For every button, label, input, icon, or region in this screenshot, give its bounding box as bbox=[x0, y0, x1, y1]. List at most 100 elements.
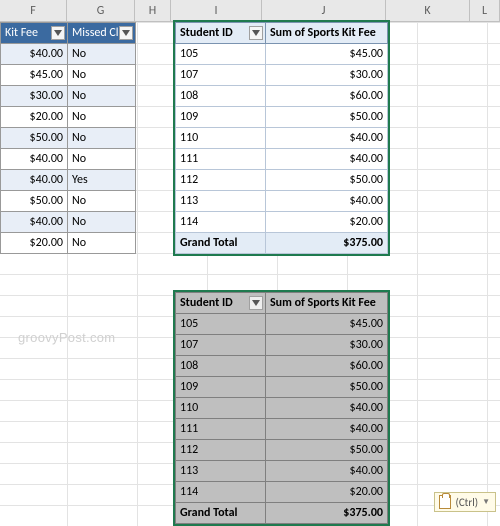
cell-missed[interactable]: No bbox=[68, 191, 136, 212]
cell-sum[interactable]: $50.00 bbox=[266, 440, 388, 461]
table-row[interactable]: $20.00No bbox=[1, 233, 136, 254]
cell-id[interactable]: 107 bbox=[176, 65, 266, 86]
table-row[interactable]: 112$50.00 bbox=[176, 170, 388, 191]
cell-id[interactable]: 105 bbox=[176, 314, 266, 335]
table-row[interactable]: $45.00No bbox=[1, 65, 136, 86]
cell-sum[interactable]: $20.00 bbox=[266, 482, 388, 503]
table-row[interactable]: $40.00No bbox=[1, 149, 136, 170]
col-header-I[interactable]: I bbox=[171, 0, 262, 21]
cell-missed[interactable]: No bbox=[68, 107, 136, 128]
cell-sum[interactable]: $45.00 bbox=[266, 314, 388, 335]
cell-sum[interactable]: $50.00 bbox=[266, 170, 388, 191]
table-row[interactable]: 109$50.00 bbox=[176, 377, 388, 398]
table-row[interactable]: 110$40.00 bbox=[176, 398, 388, 419]
table-row[interactable]: 111$40.00 bbox=[176, 149, 388, 170]
cell-id[interactable]: 110 bbox=[176, 128, 266, 149]
cell-fee[interactable]: $30.00 bbox=[1, 86, 68, 107]
grid-area[interactable]: Kit Fee Missed Cl $40.00No$45.00No$30.00… bbox=[0, 22, 500, 526]
cell-fee[interactable]: $40.00 bbox=[1, 170, 68, 191]
col-header-G[interactable]: G bbox=[67, 0, 135, 21]
col-header-F[interactable]: F bbox=[0, 0, 67, 21]
pivot-table-pasted[interactable]: Student ID Sum of Sports Kit Fee 105$45.… bbox=[175, 292, 388, 524]
table-row[interactable]: $50.00No bbox=[1, 191, 136, 212]
cell-id[interactable]: 112 bbox=[176, 170, 266, 191]
cell-missed[interactable]: No bbox=[68, 233, 136, 254]
table-row[interactable]: 105$45.00 bbox=[176, 314, 388, 335]
filter-dropdown-icon[interactable] bbox=[51, 26, 65, 40]
cell-fee[interactable]: $40.00 bbox=[1, 212, 68, 233]
cell-sum[interactable]: $60.00 bbox=[266, 86, 388, 107]
table-row[interactable]: $20.00No bbox=[1, 107, 136, 128]
source-table[interactable]: Kit Fee Missed Cl $40.00No$45.00No$30.00… bbox=[0, 22, 136, 254]
table-row[interactable]: 109$50.00 bbox=[176, 107, 388, 128]
pivot-table-original[interactable]: Student ID Sum of Sports Kit Fee 105$45.… bbox=[175, 22, 388, 254]
source-header-fee[interactable]: Kit Fee bbox=[1, 23, 68, 44]
cell-missed[interactable]: No bbox=[68, 65, 136, 86]
cell-fee[interactable]: $50.00 bbox=[1, 128, 68, 149]
cell-sum[interactable]: $40.00 bbox=[266, 191, 388, 212]
pivot-header-sum[interactable]: Sum of Sports Kit Fee bbox=[266, 23, 388, 44]
cell-sum[interactable]: $40.00 bbox=[266, 128, 388, 149]
cell-id[interactable]: 110 bbox=[176, 398, 266, 419]
cell-sum[interactable]: $40.00 bbox=[266, 398, 388, 419]
filter-dropdown-icon[interactable] bbox=[249, 26, 263, 40]
cell-id[interactable]: 114 bbox=[176, 212, 266, 233]
table-row[interactable]: 107$30.00 bbox=[176, 65, 388, 86]
cell-missed[interactable]: Yes bbox=[68, 170, 136, 191]
cell-id[interactable]: 113 bbox=[176, 191, 266, 212]
cell-sum[interactable]: $30.00 bbox=[266, 335, 388, 356]
table-row[interactable]: 111$40.00 bbox=[176, 419, 388, 440]
cell-id[interactable]: 111 bbox=[176, 419, 266, 440]
cell-sum[interactable]: $40.00 bbox=[266, 419, 388, 440]
pivot-header-id[interactable]: Student ID bbox=[176, 23, 266, 44]
cell-id[interactable]: 111 bbox=[176, 149, 266, 170]
col-header-J[interactable]: J bbox=[262, 0, 386, 21]
cell-id[interactable]: 109 bbox=[176, 107, 266, 128]
table-row[interactable]: 112$50.00 bbox=[176, 440, 388, 461]
table-row[interactable]: 108$60.00 bbox=[176, 86, 388, 107]
table-row[interactable]: 113$40.00 bbox=[176, 191, 388, 212]
cell-fee[interactable]: $45.00 bbox=[1, 65, 68, 86]
table-row[interactable]: $50.00No bbox=[1, 128, 136, 149]
source-header-missed[interactable]: Missed Cl bbox=[68, 23, 136, 44]
worksheet[interactable]: F G H I J K L Kit Fee Missed Cl bbox=[0, 0, 500, 526]
table-row[interactable]: 110$40.00 bbox=[176, 128, 388, 149]
table-row[interactable]: 114$20.00 bbox=[176, 212, 388, 233]
table-row[interactable]: 114$20.00 bbox=[176, 482, 388, 503]
cell-fee[interactable]: $40.00 bbox=[1, 44, 68, 65]
filter-dropdown-icon[interactable] bbox=[119, 26, 133, 40]
cell-sum[interactable]: $60.00 bbox=[266, 356, 388, 377]
col-header-L[interactable]: L bbox=[470, 0, 500, 21]
cell-missed[interactable]: No bbox=[68, 86, 136, 107]
pasted-header-sum[interactable]: Sum of Sports Kit Fee bbox=[266, 293, 388, 314]
cell-fee[interactable]: $50.00 bbox=[1, 191, 68, 212]
cell-sum[interactable]: $50.00 bbox=[266, 107, 388, 128]
cell-sum[interactable]: $30.00 bbox=[266, 65, 388, 86]
cell-id[interactable]: 108 bbox=[176, 356, 266, 377]
table-row[interactable]: $30.00No bbox=[1, 86, 136, 107]
table-row[interactable]: 107$30.00 bbox=[176, 335, 388, 356]
cell-id[interactable]: 109 bbox=[176, 377, 266, 398]
cell-sum[interactable]: $40.00 bbox=[266, 149, 388, 170]
table-row[interactable]: $40.00No bbox=[1, 212, 136, 233]
cell-missed[interactable]: No bbox=[68, 128, 136, 149]
cell-id[interactable]: 113 bbox=[176, 461, 266, 482]
cell-missed[interactable]: No bbox=[68, 149, 136, 170]
cell-fee[interactable]: $20.00 bbox=[1, 233, 68, 254]
cell-sum[interactable]: $40.00 bbox=[266, 461, 388, 482]
cell-sum[interactable]: $45.00 bbox=[266, 44, 388, 65]
col-header-K[interactable]: K bbox=[386, 0, 470, 21]
table-row[interactable]: 105$45.00 bbox=[176, 44, 388, 65]
filter-dropdown-icon[interactable] bbox=[249, 296, 263, 310]
pasted-header-id[interactable]: Student ID bbox=[176, 293, 266, 314]
cell-sum[interactable]: $50.00 bbox=[266, 377, 388, 398]
cell-missed[interactable]: No bbox=[68, 44, 136, 65]
cell-missed[interactable]: No bbox=[68, 212, 136, 233]
table-row[interactable]: 113$40.00 bbox=[176, 461, 388, 482]
cell-id[interactable]: 112 bbox=[176, 440, 266, 461]
cell-id[interactable]: 105 bbox=[176, 44, 266, 65]
cell-sum[interactable]: $20.00 bbox=[266, 212, 388, 233]
paste-options-button[interactable]: (Ctrl) ▼ bbox=[434, 492, 496, 512]
cell-id[interactable]: 107 bbox=[176, 335, 266, 356]
cell-id[interactable]: 108 bbox=[176, 86, 266, 107]
